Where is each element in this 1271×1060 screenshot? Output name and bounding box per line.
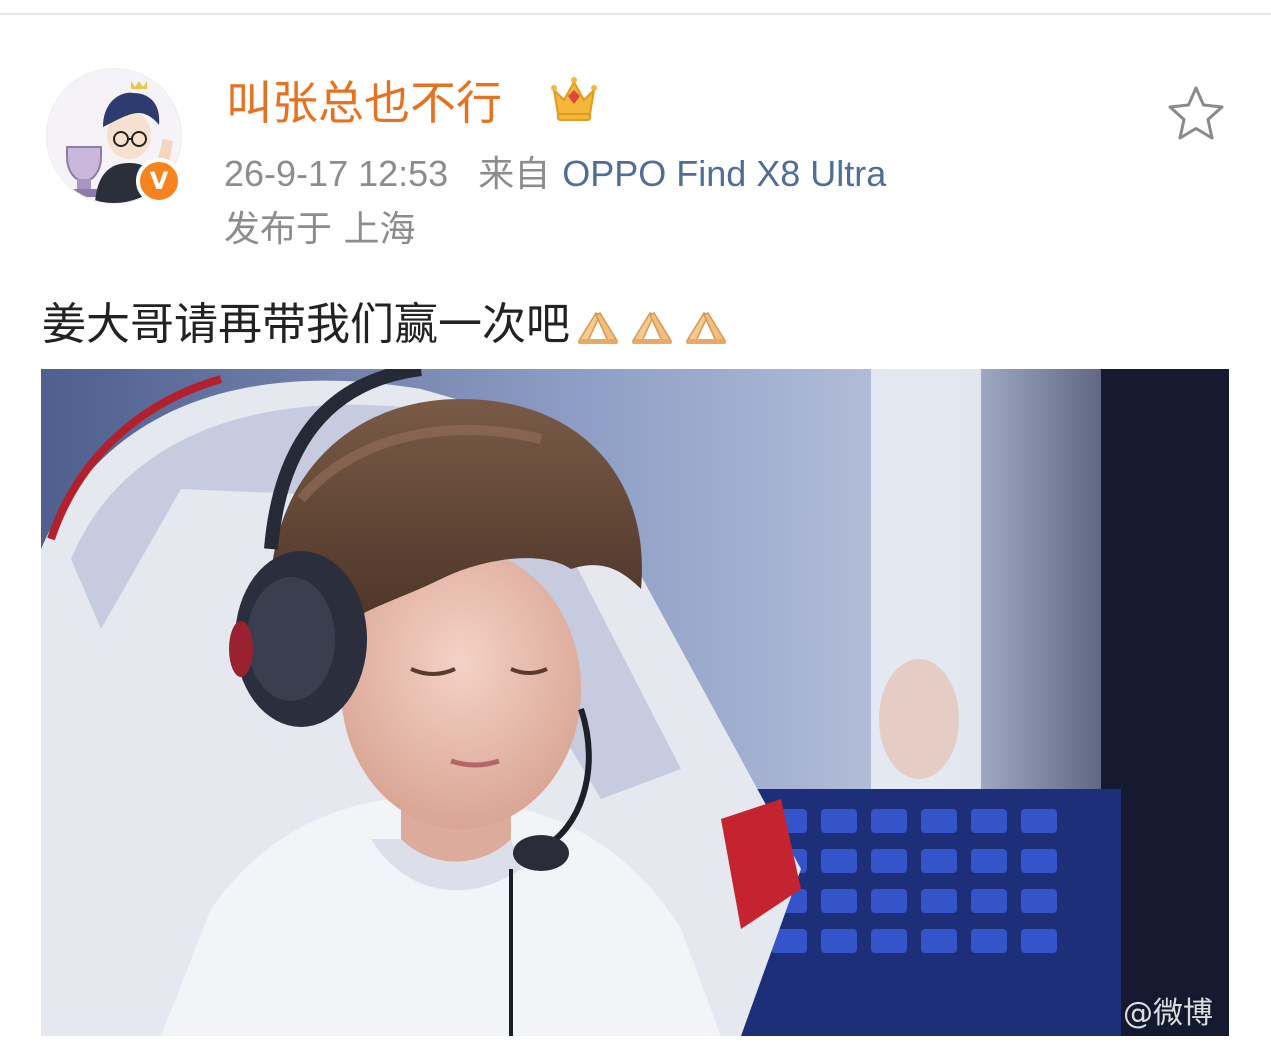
verified-badge: V (136, 158, 182, 204)
emoji-row (574, 303, 730, 347)
post-time: 26-9-17 12:53 (224, 153, 449, 194)
from-label: 来自 (478, 153, 551, 194)
top-divider (0, 13, 1271, 15)
photo-esports-player-icon (41, 369, 1229, 1036)
post-meta: 26-9-17 12:53 来自 OPPO Find X8 Ultra (224, 150, 886, 198)
post-image[interactable]: @微博 (41, 369, 1229, 1036)
star-outline-icon[interactable] (1166, 84, 1226, 142)
post-location: 发布于 上海 (224, 209, 416, 250)
author-name[interactable]: 叫张总也不行 (226, 70, 502, 136)
post-text-row: 姜大哥请再带我们赢一次吧 (42, 294, 730, 356)
pray-icon (632, 312, 672, 344)
image-watermark: @微博 (1123, 996, 1213, 1031)
crown-icon (551, 77, 597, 121)
post-text: 姜大哥请再带我们赢一次吧 (42, 299, 570, 350)
pray-icon (686, 312, 726, 344)
pray-icon (578, 312, 618, 344)
device-link[interactable]: OPPO Find X8 Ultra (562, 153, 886, 194)
